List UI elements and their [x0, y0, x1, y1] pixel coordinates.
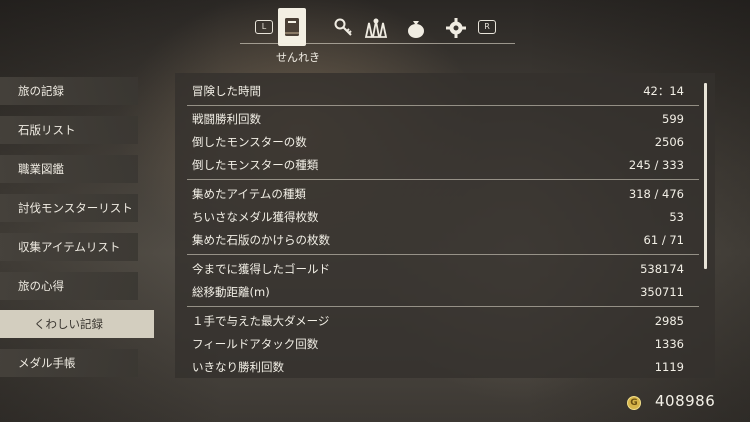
- r-shoulder-button[interactable]: R: [478, 20, 496, 34]
- record-row: 総移動距離(m) 350711: [192, 285, 684, 299]
- divider: [187, 254, 699, 255]
- tab-records[interactable]: [278, 8, 306, 46]
- divider: [187, 105, 699, 106]
- sidebar-item-medal-book[interactable]: メダル手帳: [0, 349, 138, 377]
- tab-items[interactable]: [402, 14, 430, 42]
- tab-underline: [240, 43, 515, 44]
- sidebar-item-travel-tips[interactable]: 旅の心得: [0, 272, 138, 300]
- divider: [187, 179, 699, 180]
- record-row: 戦闘勝利回数 599: [192, 112, 684, 126]
- record-row: 今までに獲得したゴールド 538174: [192, 262, 684, 276]
- sidebar-item-detailed-records[interactable]: くわしい記録: [0, 310, 154, 338]
- tab-settings[interactable]: [442, 14, 470, 42]
- sidebar-item-item-list[interactable]: 収集アイテムリスト: [0, 233, 138, 261]
- record-row: いきなり勝利回数 1119: [192, 360, 684, 374]
- gear-icon: [445, 17, 467, 39]
- key-icon: [333, 17, 355, 39]
- active-tab-caption: せんれき: [276, 51, 320, 64]
- divider: [187, 306, 699, 307]
- sidebar-item-tablet-list[interactable]: 石版リスト: [0, 116, 138, 144]
- tab-key-items[interactable]: [330, 14, 358, 42]
- gold-display: G 408986: [615, 390, 745, 416]
- records-panel[interactable]: 冒険した時間 42：14 戦闘勝利回数 599 倒したモンスターの数 2506 倒した…: [175, 73, 715, 378]
- sidebar-item-journey-log[interactable]: 旅の記録: [0, 77, 138, 105]
- record-row: 冒険した時間 42：14: [192, 84, 684, 98]
- gold-coin-icon: G: [627, 396, 641, 410]
- record-row: 集めたアイテムの種類 318 / 476: [192, 187, 684, 201]
- record-row: １手で与えた最大ダメージ 2985: [192, 314, 684, 328]
- record-row: 倒したモンスターの種類 245 / 333: [192, 158, 684, 172]
- sidebar-item-vocation-guide[interactable]: 職業図鑑: [0, 155, 138, 183]
- record-row: 集めた石版のかけらの枚数 61 / 71: [192, 233, 684, 247]
- scrollbar[interactable]: [704, 83, 707, 269]
- bag-icon: [405, 17, 427, 39]
- gold-amount: 408986: [655, 392, 716, 410]
- party-icon: [363, 17, 389, 39]
- record-row: フィールドアタック回数 1336: [192, 337, 684, 351]
- sidebar-item-monster-list[interactable]: 討伐モンスターリスト: [0, 194, 138, 222]
- book-icon: [283, 17, 301, 37]
- record-row: 倒したモンスターの数 2506: [192, 135, 684, 149]
- record-row: ちいさなメダル獲得枚数 53: [192, 210, 684, 224]
- l-shoulder-button[interactable]: L: [255, 20, 273, 34]
- tab-party[interactable]: [362, 14, 390, 42]
